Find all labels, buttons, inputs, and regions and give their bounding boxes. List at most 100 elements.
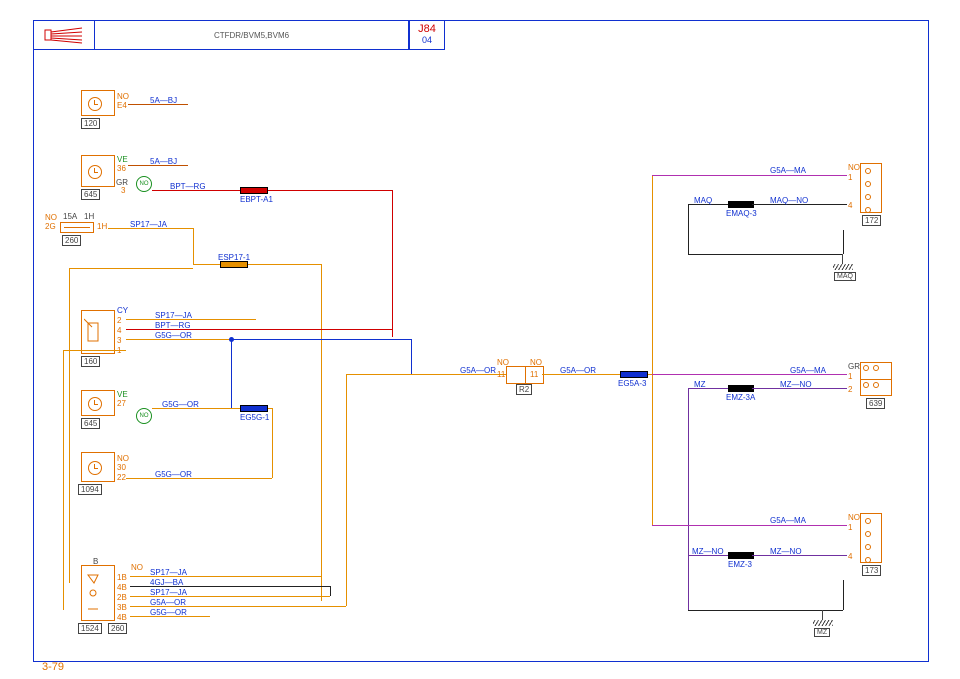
wire-label: G5A—OR <box>460 366 496 375</box>
comp-1524 <box>81 565 115 621</box>
splice-emz3a <box>728 385 754 392</box>
wire <box>126 478 272 479</box>
splice-label: EMZ-3 <box>728 560 752 569</box>
pin: 3B <box>117 603 127 612</box>
wire <box>330 586 331 596</box>
comp-1094-num: 1094 <box>78 484 102 495</box>
wire-label: G5A—OR <box>560 366 596 375</box>
ground-maq: MAQ <box>830 254 856 276</box>
wire-label: SP17—JA <box>150 588 187 597</box>
splice-ebpt <box>240 187 268 194</box>
comp-645a <box>81 155 115 187</box>
wire-label: BPT—RG <box>155 321 191 330</box>
pin: 11 <box>530 370 538 379</box>
comp-r2-num: R2 <box>516 384 532 395</box>
no-marker: NO <box>136 408 152 424</box>
wire <box>321 264 322 601</box>
wire-label: 4GJ—BA <box>150 578 183 587</box>
pin: 1 <box>848 372 852 381</box>
pin-col: NO <box>117 454 129 463</box>
switch-icon <box>84 313 114 353</box>
wire <box>193 264 321 265</box>
fuse-rating: 15A <box>63 212 77 221</box>
wire <box>63 350 126 351</box>
page-number: 3-79 <box>42 661 64 673</box>
pin: 4 <box>848 552 852 561</box>
comp-172-num: 172 <box>862 215 881 226</box>
comp-645a-num: 645 <box>81 189 100 200</box>
wire <box>688 254 843 255</box>
wire <box>231 339 411 340</box>
pin: 22 <box>117 473 126 482</box>
pin-col: NO <box>530 358 542 367</box>
wire-label: G5A—MA <box>790 366 826 375</box>
wire-label: 5A—BJ <box>150 157 177 166</box>
pin: 2 <box>117 316 121 325</box>
conn-639 <box>860 362 892 396</box>
splice-label: EG5G-1 <box>240 413 269 422</box>
splice-label: EBPT-A1 <box>240 195 273 204</box>
comp-120-num: 120 <box>81 118 100 129</box>
pin-col: NO <box>131 563 143 572</box>
pin: 1H <box>97 222 107 231</box>
wire-label: G5G—OR <box>162 400 199 409</box>
pin-col: CY <box>117 306 128 315</box>
comp-120 <box>81 90 115 116</box>
pin: 2 <box>848 385 852 394</box>
comp-160 <box>81 310 115 354</box>
comp-260b-num: 260 <box>108 623 127 634</box>
comp-160-num: 160 <box>81 356 100 367</box>
drawing-frame <box>33 20 929 662</box>
pin: 1B <box>117 573 127 582</box>
pin: 2G <box>45 222 56 231</box>
pin: 11 <box>497 370 505 379</box>
pin: 4B <box>117 583 127 592</box>
comp-260-num: 260 <box>62 235 81 246</box>
wire-label: MZ—NO <box>770 547 802 556</box>
wiring-icon <box>34 21 95 49</box>
pin: 30 <box>117 463 126 472</box>
pin-num: E4 <box>117 101 127 110</box>
pin-num: 36 <box>117 164 126 173</box>
model-code: J84 <box>410 21 444 35</box>
wire <box>392 190 393 337</box>
comp-645b <box>81 390 115 416</box>
splice-emaq <box>728 201 754 208</box>
wire-label: G5A—MA <box>770 516 806 525</box>
wire <box>346 374 347 606</box>
wire-label: G5G—OR <box>150 608 187 617</box>
pin: 27 <box>117 399 126 408</box>
wire <box>231 339 232 408</box>
wire <box>63 350 64 610</box>
wire-label: 5A—BJ <box>150 96 177 105</box>
ground-mz: MZ <box>810 610 836 632</box>
side: B <box>93 557 98 566</box>
wire <box>193 228 194 264</box>
splice-label: EG5A-3 <box>618 379 646 388</box>
wire-label: MAQ <box>694 196 712 205</box>
wire <box>69 268 193 269</box>
schematic-page: CTFDR/BVM5,BVM6 J84 04 120 NO E4 5A—BJ 6… <box>0 0 960 679</box>
title-block: CTFDR/BVM5,BVM6 <box>33 20 409 50</box>
wire-label: G5A—MA <box>770 166 806 175</box>
pin-col: NO <box>45 213 57 222</box>
splice-eg5g <box>240 405 268 412</box>
pin: 1 <box>848 523 852 532</box>
pin: 4 <box>848 201 852 210</box>
splice-emz3 <box>728 552 754 559</box>
wire-label: MZ—NO <box>692 547 724 556</box>
wire <box>688 388 689 610</box>
wire <box>69 268 70 583</box>
wire <box>411 339 412 374</box>
pin-col: NO <box>497 358 509 367</box>
wire-label: G5A—OR <box>150 598 186 607</box>
pin-col: NO <box>848 163 860 172</box>
wire-label: G5G—OR <box>155 470 192 479</box>
comp-1094 <box>81 452 115 482</box>
pin: 2B <box>117 593 127 602</box>
splice-label: EMZ-3A <box>726 393 755 402</box>
wire <box>652 525 847 526</box>
clock-icon <box>88 165 102 179</box>
splice-label: ESP17-1 <box>218 253 250 262</box>
fuse-pos: 1H <box>84 212 94 221</box>
